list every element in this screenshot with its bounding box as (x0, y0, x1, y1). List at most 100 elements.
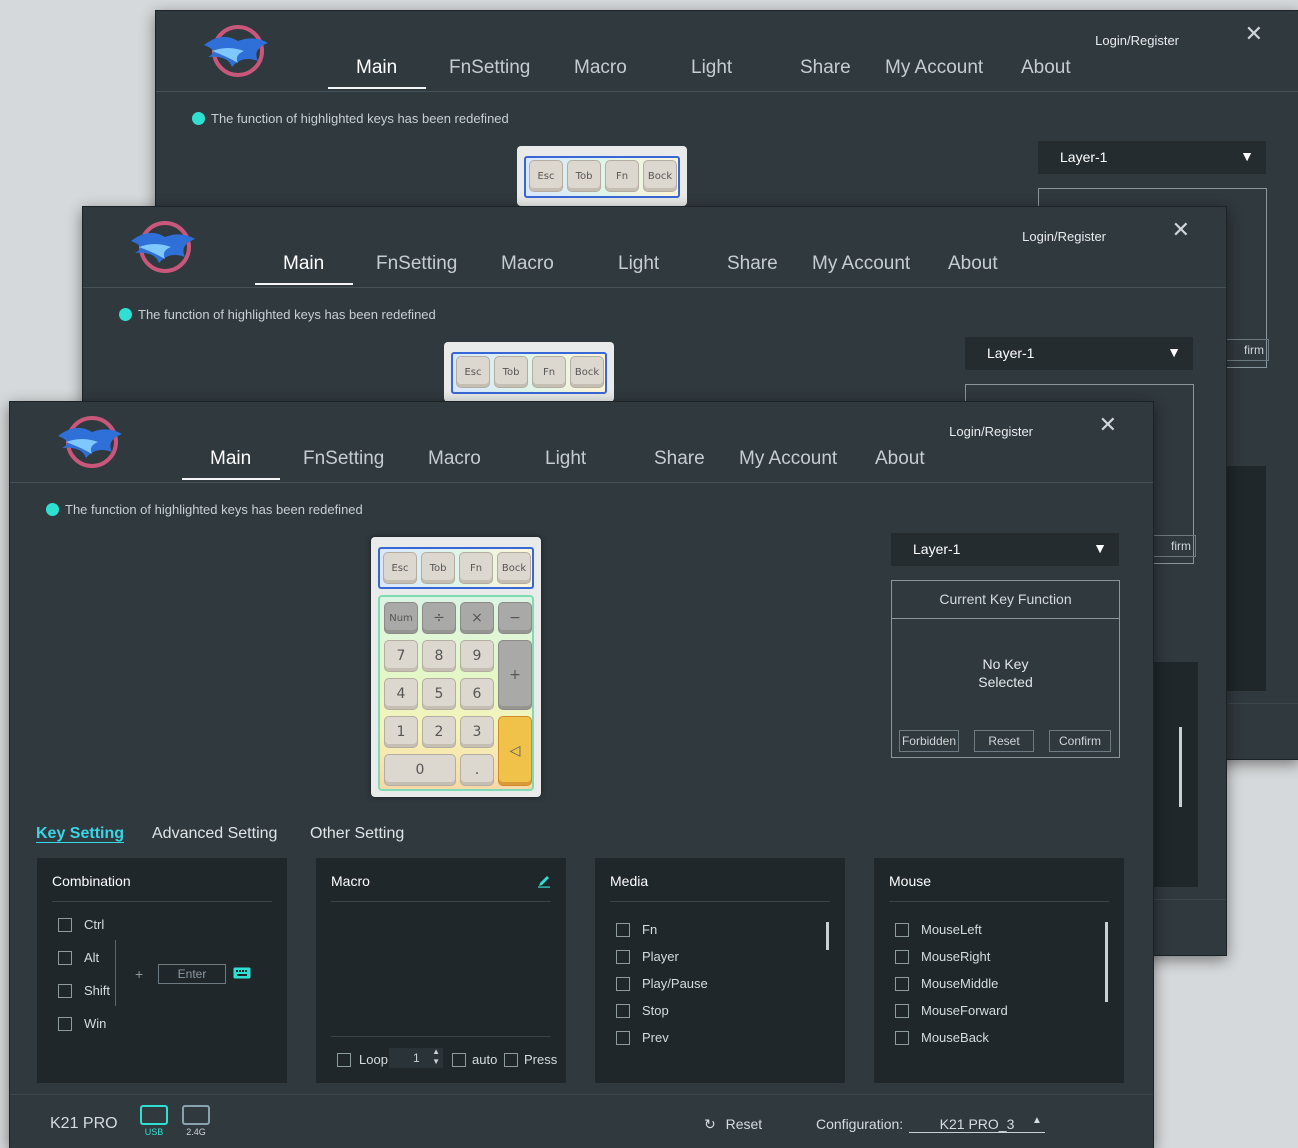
checkbox-shift[interactable]: Shift (58, 983, 110, 998)
tab-share[interactable]: Share (654, 448, 705, 470)
tab-other-setting[interactable]: Other Setting (310, 825, 404, 843)
checkbox-box[interactable] (895, 922, 909, 937)
checkbox-box[interactable] (58, 950, 72, 965)
tab-my-account[interactable]: My Account (739, 448, 837, 470)
scrollbar[interactable] (1179, 727, 1182, 807)
checkbox-box[interactable] (895, 949, 909, 964)
key-esc[interactable]: Esc (383, 552, 417, 584)
login-register-link[interactable]: Login/Register (1022, 229, 1106, 244)
checkbox-media-prev[interactable]: Prev (616, 1030, 669, 1045)
tab-my-account[interactable]: My Account (812, 253, 910, 275)
checkbox-box[interactable] (616, 1003, 630, 1018)
checkbox-box[interactable] (616, 1030, 630, 1045)
checkbox-loop[interactable]: Loop (337, 1052, 388, 1067)
checkbox-box[interactable] (616, 976, 630, 991)
checkbox-mouse-left[interactable]: MouseLeft (895, 922, 982, 937)
tab-about[interactable]: About (875, 448, 925, 470)
tab-main[interactable]: Main (283, 253, 324, 275)
close-icon[interactable]: ✕ (1172, 217, 1190, 243)
stepper-arrows-icon[interactable]: ▲ ▼ (432, 1047, 440, 1067)
key-4[interactable]: 4 (384, 678, 418, 710)
key-9[interactable]: 9 (460, 640, 494, 672)
tab-light[interactable]: Light (618, 253, 659, 275)
checkbox-ctrl[interactable]: Ctrl (58, 917, 104, 932)
key-capture-input[interactable]: Enter (158, 964, 226, 984)
key-back[interactable]: Bock (643, 160, 677, 192)
loop-count-stepper[interactable]: 1 ▲ ▼ (389, 1047, 443, 1068)
checkbox-mouse-right[interactable]: MouseRight (895, 949, 990, 964)
tab-fnsetting[interactable]: FnSetting (449, 57, 530, 79)
checkbox-box[interactable] (895, 976, 909, 991)
key-fn[interactable]: Fn (532, 356, 566, 388)
tab-light[interactable]: Light (545, 448, 586, 470)
key-back[interactable]: Bock (570, 356, 604, 388)
key-enter[interactable]: ◁ (498, 716, 532, 786)
tab-about[interactable]: About (948, 253, 998, 275)
tab-main[interactable]: Main (210, 448, 251, 470)
checkbox-box[interactable] (616, 949, 630, 964)
key-divide[interactable]: ÷ (422, 602, 456, 634)
key-7[interactable]: 7 (384, 640, 418, 672)
tab-macro[interactable]: Macro (501, 253, 554, 275)
scrollbar[interactable] (826, 922, 829, 950)
checkbox-win[interactable]: Win (58, 1016, 106, 1031)
tab-macro[interactable]: Macro (574, 57, 627, 79)
checkbox-mouse-middle[interactable]: MouseMiddle (895, 976, 998, 991)
key-2[interactable]: 2 (422, 716, 456, 748)
checkbox-mouse-forward[interactable]: MouseForward (895, 1003, 1008, 1018)
key-0[interactable]: 0 (384, 754, 456, 786)
reset-key-button[interactable]: Reset (974, 730, 1034, 752)
layer-select[interactable]: Layer-1 ▼ (891, 533, 1119, 566)
key-tab[interactable]: Tob (567, 160, 601, 192)
tab-macro[interactable]: Macro (428, 448, 481, 470)
checkbox-media-play-pause[interactable]: Play/Pause (616, 976, 708, 991)
key-5[interactable]: 5 (422, 678, 456, 710)
checkbox-press[interactable]: Press (504, 1052, 557, 1067)
key-decimal[interactable]: . (460, 754, 494, 786)
scrollbar[interactable] (1105, 922, 1108, 1002)
key-tab[interactable]: Tob (494, 356, 528, 388)
key-fn[interactable]: Fn (605, 160, 639, 192)
key-plus[interactable]: + (498, 640, 532, 710)
checkbox-media-stop[interactable]: Stop (616, 1003, 669, 1018)
login-register-link[interactable]: Login/Register (1095, 33, 1179, 48)
tab-light[interactable]: Light (691, 57, 732, 79)
forbidden-button[interactable]: Forbidden (899, 730, 959, 752)
tab-share[interactable]: Share (727, 253, 778, 275)
checkbox-mouse-back[interactable]: MouseBack (895, 1030, 989, 1045)
checkbox-box[interactable] (337, 1052, 351, 1067)
tab-fnsetting[interactable]: FnSetting (376, 253, 457, 275)
chevron-up-icon[interactable]: ▲ (1032, 1115, 1042, 1126)
usb-connection-button[interactable]: USB (140, 1105, 168, 1137)
reset-button[interactable]: ↻ Reset (704, 1116, 762, 1133)
key-back[interactable]: Bock (497, 552, 531, 584)
key-minus[interactable]: − (498, 602, 532, 634)
login-register-link[interactable]: Login/Register (949, 424, 1033, 439)
layer-select[interactable]: Layer-1 ▼ (965, 337, 1193, 370)
layer-select[interactable]: Layer-1 ▼ (1038, 141, 1266, 174)
checkbox-box[interactable] (895, 1003, 909, 1018)
key-6[interactable]: 6 (460, 678, 494, 710)
checkbox-alt[interactable]: Alt (58, 950, 99, 965)
key-esc[interactable]: Esc (456, 356, 490, 388)
key-multiply[interactable]: × (460, 602, 494, 634)
tab-advanced-setting[interactable]: Advanced Setting (152, 825, 277, 843)
key-tab[interactable]: Tob (421, 552, 455, 584)
keyboard-icon[interactable] (233, 967, 251, 979)
pencil-icon[interactable] (537, 874, 551, 888)
checkbox-box[interactable] (58, 1016, 72, 1031)
checkbox-media-player[interactable]: Player (616, 949, 679, 964)
close-icon[interactable]: ✕ (1245, 21, 1263, 47)
key-fn[interactable]: Fn (459, 552, 493, 584)
key-esc[interactable]: Esc (529, 160, 563, 192)
checkbox-auto[interactable]: auto (452, 1052, 497, 1067)
configuration-select[interactable]: K21 PRO_3 (909, 1116, 1045, 1133)
checkbox-box[interactable] (58, 983, 72, 998)
tab-main[interactable]: Main (356, 57, 397, 79)
checkbox-box[interactable] (504, 1052, 518, 1067)
confirm-button[interactable]: Confirm (1049, 730, 1111, 752)
checkbox-box[interactable] (616, 922, 630, 937)
checkbox-box[interactable] (452, 1052, 466, 1067)
checkbox-media-fn[interactable]: Fn (616, 922, 657, 937)
key-num[interactable]: Num (384, 602, 418, 634)
